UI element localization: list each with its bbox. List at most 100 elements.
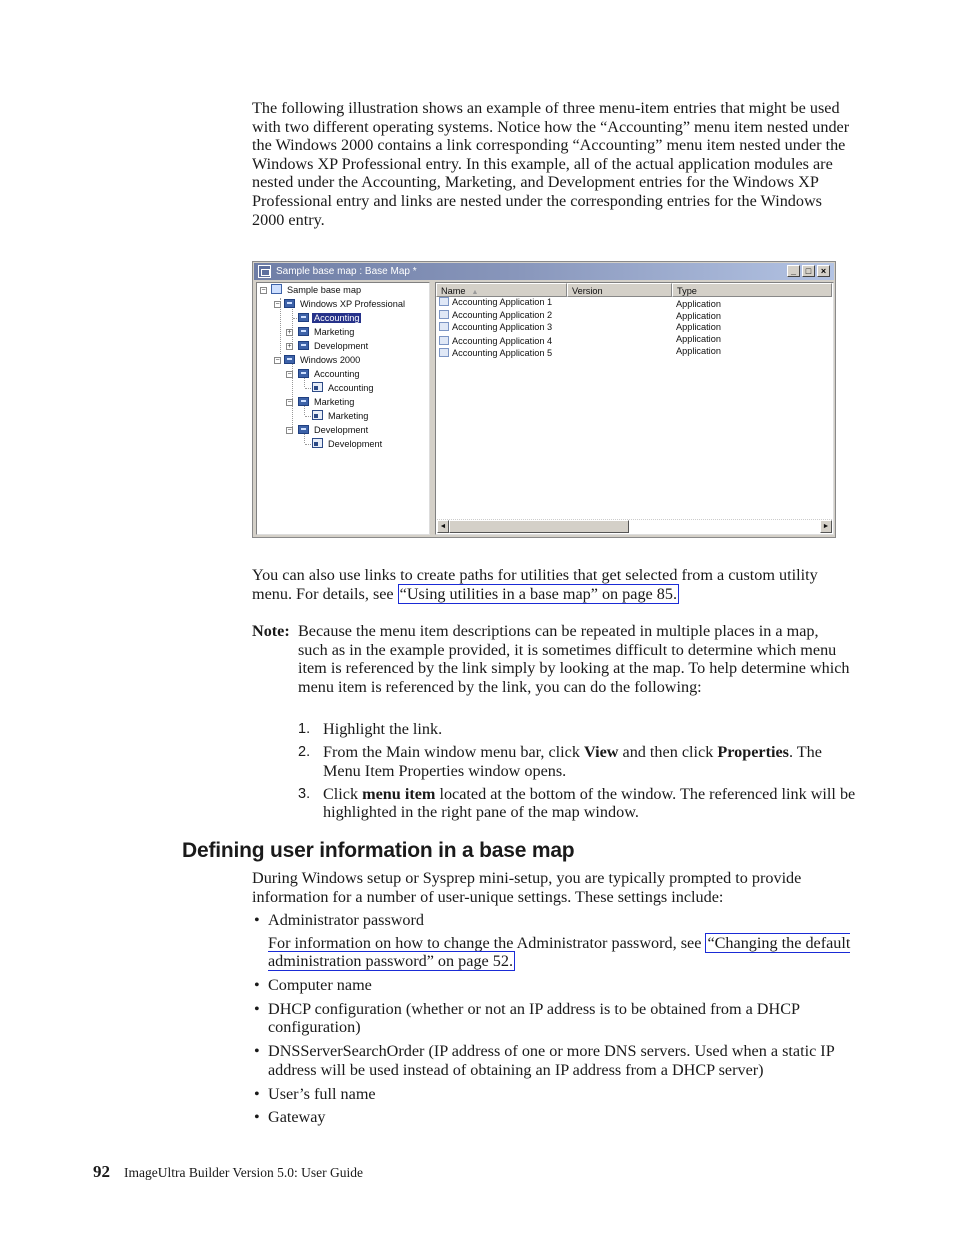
link-icon	[312, 410, 323, 420]
row-name: Accounting Application 1	[452, 297, 553, 307]
row-type: Application	[676, 299, 721, 309]
tree-node-label: Accounting	[314, 369, 360, 379]
row-name: Accounting Application 5	[452, 348, 553, 358]
base-map-icon	[271, 284, 282, 294]
tree-node-windows-xp[interactable]: − Windows XP Professional	[274, 298, 407, 311]
tree-node-xp-accounting[interactable]: Accounting	[298, 312, 362, 325]
menu-item-icon	[298, 369, 309, 378]
menu-item-icon	[298, 313, 309, 322]
scroll-right-button[interactable]: ►	[820, 520, 832, 533]
list-item: • Computer name	[252, 976, 852, 995]
application-icon	[439, 348, 449, 357]
properties-term: Properties	[717, 743, 789, 762]
step-number: 1.	[298, 721, 311, 737]
collapse-icon[interactable]: −	[274, 357, 281, 364]
application-icon	[439, 336, 449, 345]
maximize-button[interactable]: □	[802, 265, 815, 277]
list-item: • DNSServerSearchOrder (IP address of on…	[252, 1042, 852, 1079]
tree-node-2000-accounting[interactable]: − Accounting	[286, 368, 361, 381]
row-name: Accounting Application 4	[452, 336, 553, 346]
row-name: Accounting Application 2	[452, 310, 553, 320]
tree-node-accounting-link[interactable]: Accounting	[312, 382, 375, 395]
list-pane[interactable]: Name ▲ Version Type Accounting Applicatio…	[435, 282, 834, 535]
tree-node-label: Development	[314, 425, 369, 435]
menu-item-icon	[298, 327, 309, 336]
tree-node-windows-2000[interactable]: − Windows 2000	[274, 354, 362, 367]
bullet-icon: •	[254, 999, 260, 1018]
collapse-icon[interactable]: −	[260, 287, 267, 294]
list-item: • Administrator password For information…	[252, 911, 852, 972]
note-label: Note:	[252, 622, 290, 640]
menu-item-icon	[298, 397, 309, 406]
close-button[interactable]: ×	[817, 265, 830, 277]
using-utilities-link[interactable]: “Using utilities in a base map” on page …	[397, 583, 680, 604]
step-item: 1. Highlight the link.	[298, 720, 858, 739]
collapse-icon[interactable]: −	[274, 301, 281, 308]
menu-item-icon	[298, 341, 309, 350]
minimize-button[interactable]: _	[787, 265, 800, 277]
tree-node-development-link[interactable]: Development	[312, 438, 384, 451]
settings-list: • Administrator password For information…	[252, 911, 852, 1132]
tree-node-label: Marketing	[314, 397, 355, 407]
column-header-version[interactable]: Version	[567, 283, 672, 297]
tree-pane[interactable]: − Sample base map − Windows XP Professio…	[256, 282, 430, 535]
view-menu-term: View	[584, 743, 619, 762]
tree-node-label: Sample base map	[287, 285, 362, 295]
expand-icon[interactable]: +	[286, 329, 293, 336]
bullet-icon: •	[254, 975, 260, 994]
tree-node-root[interactable]: − Sample base map	[260, 284, 363, 297]
step-text: Highlight the link.	[323, 720, 443, 738]
tree-node-xp-marketing[interactable]: + Marketing	[286, 326, 356, 339]
detail-text: For information on how to change the Adm…	[268, 933, 706, 952]
links-paragraph: You can also use links to create paths f…	[252, 566, 852, 604]
application-icon	[439, 310, 449, 319]
list-item: • Gateway	[252, 1108, 852, 1127]
tree-node-2000-marketing[interactable]: − Marketing	[286, 396, 356, 409]
step-number: 2.	[298, 744, 311, 761]
scrollbar-thumb[interactable]	[449, 520, 629, 533]
horizontal-scrollbar[interactable]: ◄ ►	[437, 519, 832, 533]
section-heading: Defining user information in a base map	[182, 839, 575, 862]
column-header-type[interactable]: Type	[672, 283, 832, 297]
collapse-icon[interactable]: −	[286, 427, 293, 434]
tree-node-label: Development	[314, 341, 369, 351]
step-item: 2. From the Main window menu bar, click …	[298, 743, 858, 780]
menu-item-icon	[284, 355, 295, 364]
section-intro: During Windows setup or Sysprep mini-set…	[252, 869, 802, 906]
link-icon	[312, 438, 323, 448]
collapse-icon[interactable]: −	[286, 371, 293, 378]
page-number: 92	[93, 1162, 110, 1181]
tree-node-xp-development[interactable]: + Development	[286, 340, 370, 353]
bullet-icon: •	[254, 1042, 260, 1061]
step-text: and then click	[618, 743, 718, 762]
row-type: Application	[676, 334, 721, 344]
scroll-left-button[interactable]: ◄	[437, 520, 449, 533]
list-item-text: User’s full name	[268, 1084, 376, 1103]
note-block: Note: Because the menu item descriptions…	[252, 622, 852, 696]
step-item: 3. Click menu item located at the bottom…	[298, 785, 858, 822]
tree-node-marketing-link[interactable]: Marketing	[312, 410, 370, 423]
column-header-name[interactable]: Name ▲	[436, 283, 567, 297]
list-item-text: Computer name	[268, 975, 372, 994]
tree-node-label: Development	[328, 439, 383, 449]
list-item-text: DNSServerSearchOrder (IP address of one …	[268, 1042, 835, 1079]
row-type: Application	[676, 322, 721, 332]
sort-ascending-icon: ▲	[471, 289, 479, 296]
list-item-text: DHCP configuration (whether or not an IP…	[268, 999, 800, 1037]
list-item-text: Administrator password	[268, 911, 425, 929]
list-item: • User’s full name	[252, 1085, 852, 1104]
window-title: Sample base map : Base Map *	[276, 266, 417, 277]
page-footer: 92 ImageUltra Builder Version 5.0: User G…	[93, 1162, 363, 1182]
tree-node-2000-development[interactable]: − Development	[286, 424, 370, 437]
base-map-window-figure: Sample base map : Base Map * _ □ × − Sam…	[252, 261, 836, 538]
application-icon	[439, 297, 449, 306]
tree-node-label: Windows XP Professional	[300, 299, 406, 309]
bullet-icon: •	[254, 1108, 260, 1127]
expand-icon[interactable]: +	[286, 343, 293, 350]
step-text: From the Main window menu bar, click	[323, 743, 584, 762]
step-text: Click	[323, 784, 363, 803]
menu-item-term: menu item	[362, 784, 436, 803]
collapse-icon[interactable]: −	[286, 399, 293, 406]
bullet-icon: •	[254, 1084, 260, 1103]
tree-node-label: Windows 2000	[300, 355, 361, 365]
